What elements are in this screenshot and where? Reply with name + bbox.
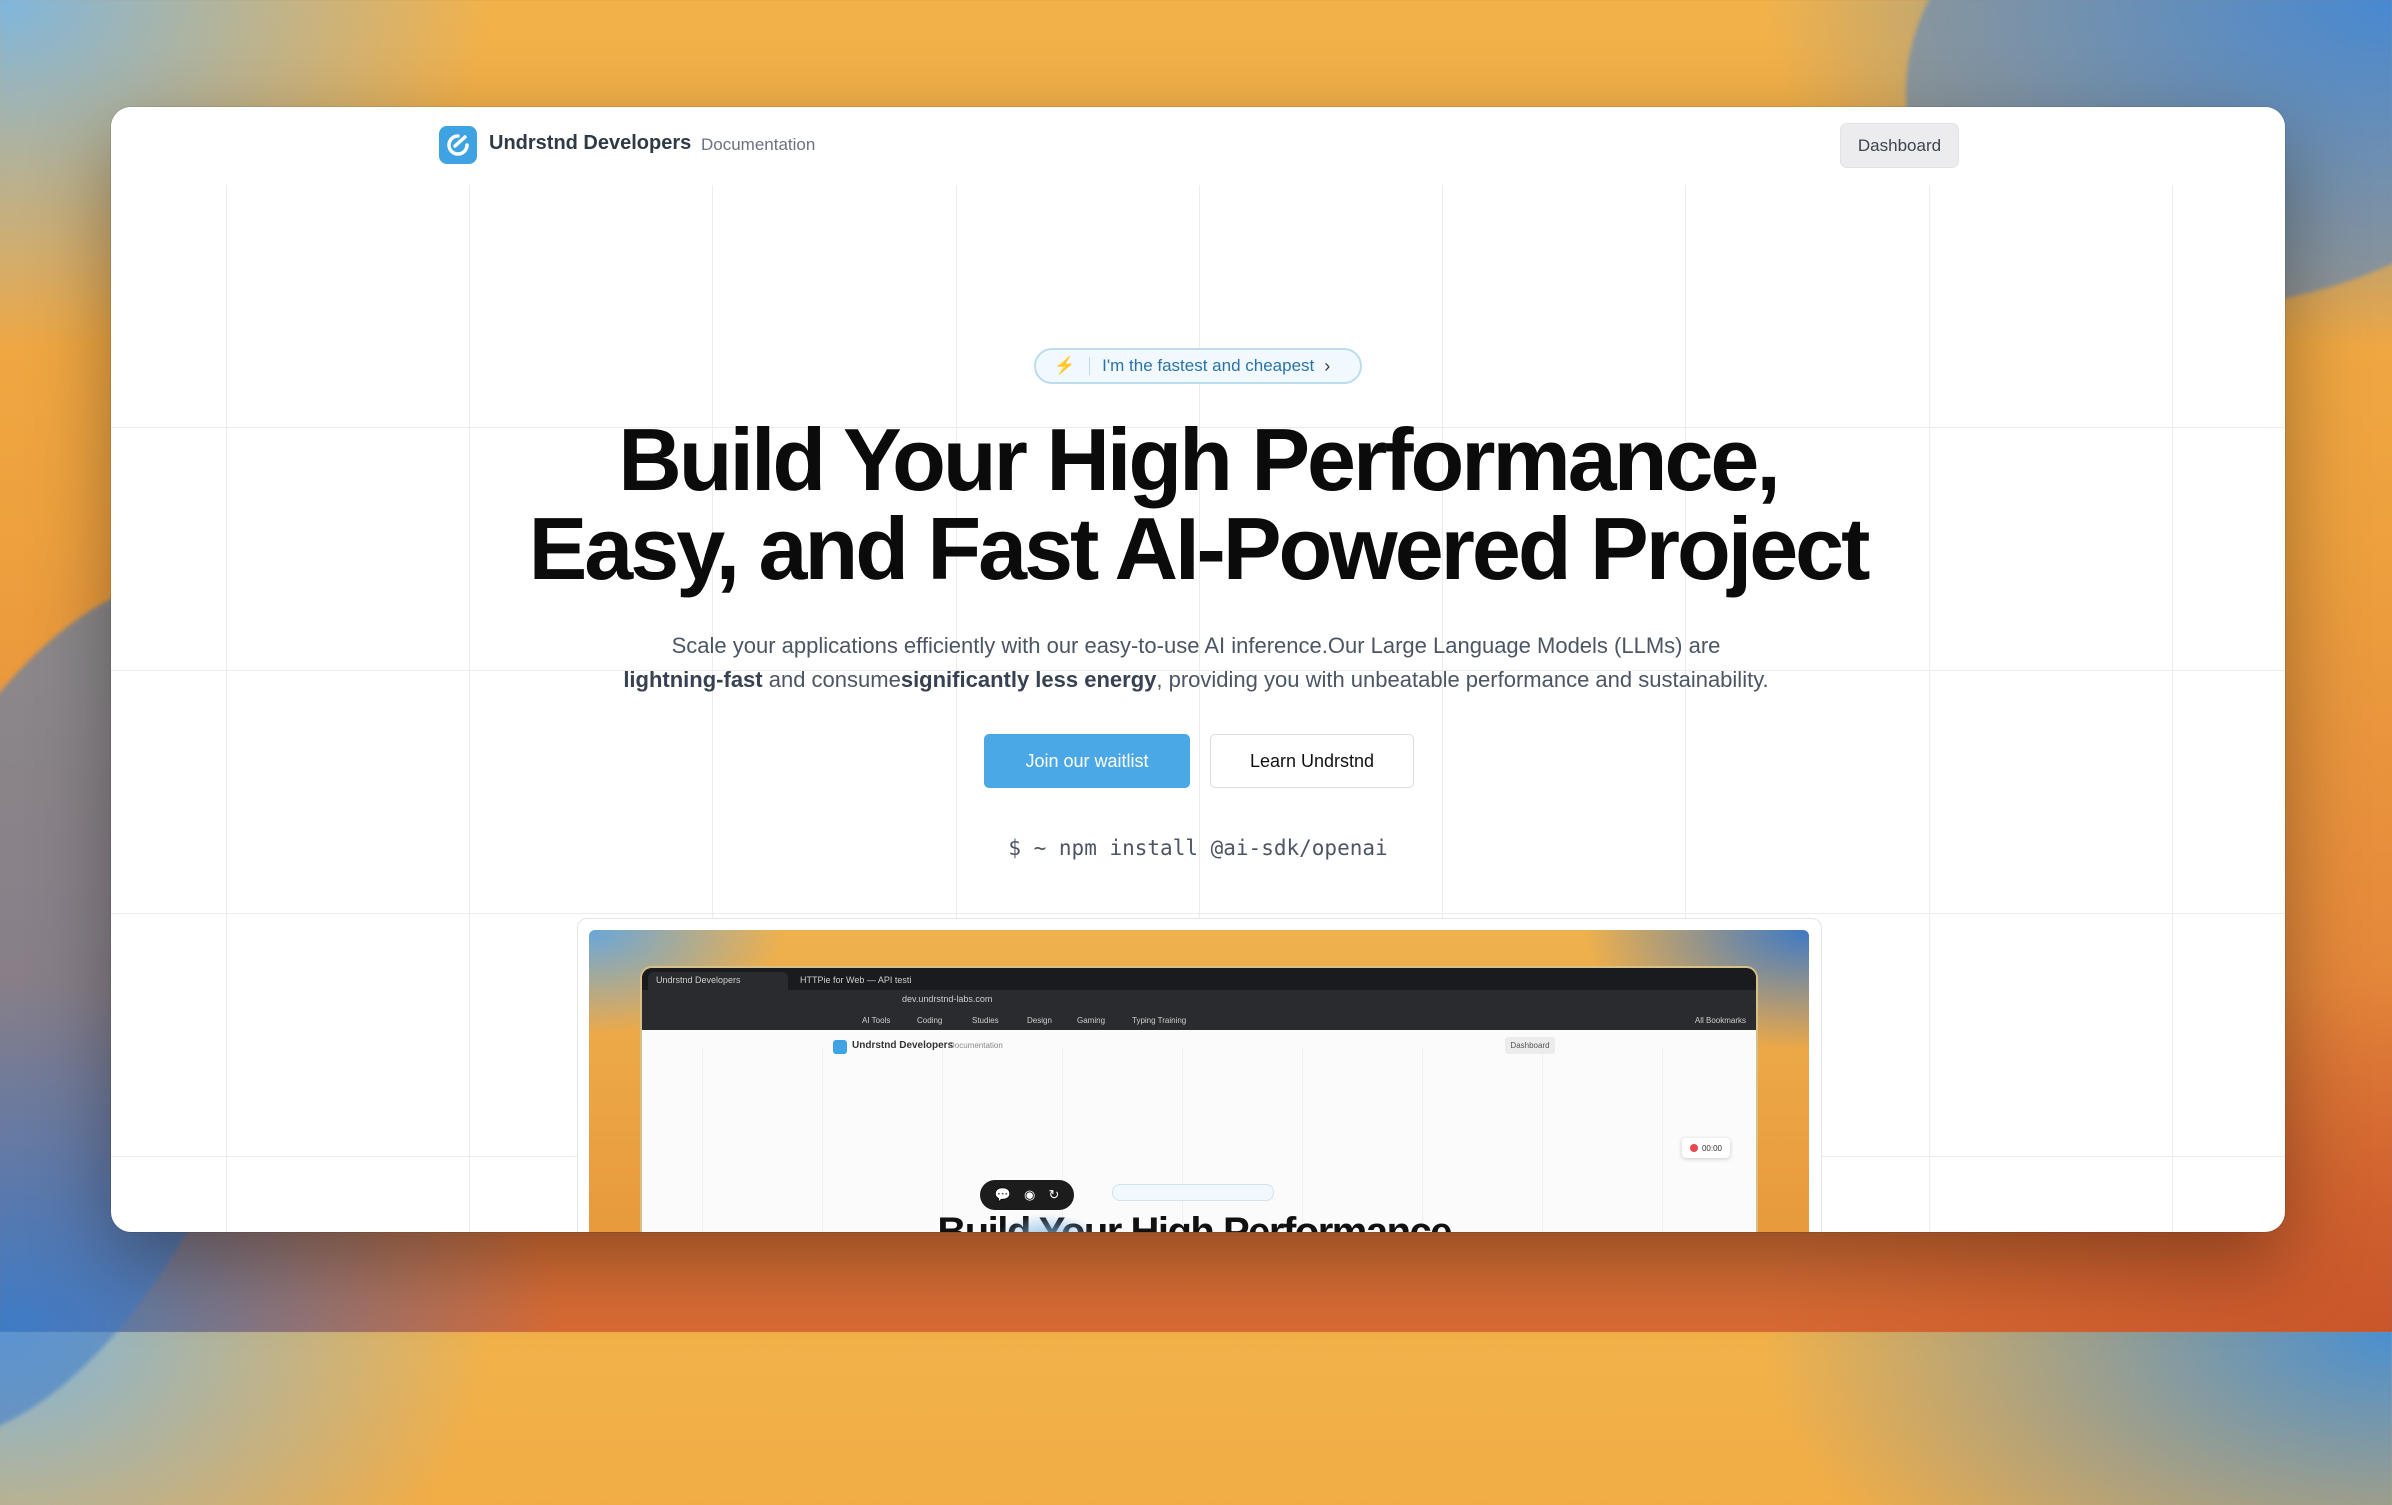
hero-title: Build Your High Performance, Easy, and F… [111, 415, 2285, 593]
preview-all-bookmarks: All Bookmarks [1694, 1016, 1746, 1025]
preview-tab: HTTPie for Web — API testi [800, 975, 912, 985]
preview-bookmark: Gaming [1077, 1016, 1106, 1025]
documentation-link[interactable]: Documentation [701, 135, 815, 155]
preview-dashboard: Dashboard [1505, 1037, 1555, 1054]
grid-line [1302, 1048, 1303, 1232]
preview-bookmark: Coding [917, 1016, 943, 1025]
preview-bookmark: Typing Training [1132, 1016, 1187, 1025]
chevron-right-icon: › [1324, 355, 1331, 376]
navbar: Undrstnd Developers Documentation Dashbo… [111, 107, 2285, 185]
lightning-icon: ⚡ [1054, 356, 1076, 375]
eye-icon: ◉ [1023, 1187, 1036, 1202]
subtitle-text: Scale your applications efficiently with… [671, 633, 1721, 658]
preview-bookmark: Studies [972, 1016, 999, 1025]
preview-docs: Documentation [949, 1041, 1003, 1050]
learn-undrstnd-button[interactable]: Learn Undrstnd [1210, 734, 1414, 788]
preview-brand: Undrstnd Developers [852, 1040, 954, 1051]
preview-screenshot[interactable]: Undrstnd Developers HTTPie for Web — API… [589, 930, 1809, 1232]
preview-url: dev.undrstnd-labs.com [902, 994, 993, 1004]
timer-icon: ↻ [1048, 1187, 1060, 1202]
hero-subtitle: Scale your applications efficiently with… [621, 629, 1771, 697]
brand-name[interactable]: Undrstnd Developers [489, 132, 691, 155]
preview-pill [1112, 1184, 1274, 1201]
preview-tab-bar: Undrstnd Developers HTTPie for Web — API… [642, 968, 1756, 990]
preview-page: Undrstnd Developers Documentation Dashbo… [642, 1030, 1756, 1232]
browser-window: Undrstnd Developers Documentation Dashbo… [111, 107, 2285, 1232]
grid-line [942, 1048, 943, 1232]
announcement-pill[interactable]: ⚡ I'm the fastest and cheapest › [1034, 348, 1362, 384]
preview-bookmark: Design [1027, 1016, 1052, 1025]
grid-line [1662, 1048, 1663, 1232]
pill-text: I'm the fastest and cheapest [1102, 356, 1315, 375]
grid-line [111, 913, 2285, 914]
record-icon [1689, 1144, 1698, 1152]
join-waitlist-button[interactable]: Join our waitlist [984, 734, 1190, 788]
pill-divider [1089, 357, 1091, 375]
preview-recording-timer: 00:00 [1682, 1138, 1730, 1158]
preview-toolbar: 💬 ◉ ↻ [980, 1180, 1074, 1210]
subtitle-bold: significantly less energy [900, 667, 1157, 692]
grid-line [822, 1048, 823, 1232]
hero-title-line1: Build Your High Performance, [618, 410, 1781, 509]
hero-title-line2: Easy, and Fast AI-Powered Project [528, 499, 1871, 598]
grid-line [1182, 1048, 1183, 1232]
subtitle-text: and consume [762, 667, 901, 692]
dashboard-button[interactable]: Dashboard [1840, 123, 1959, 168]
preview-logo-icon [833, 1040, 847, 1054]
preview-bookmark: AI Tools [862, 1016, 891, 1025]
preview-tab: Undrstnd Developers [648, 972, 788, 990]
logo-icon[interactable] [439, 126, 477, 164]
install-command[interactable]: $ ~ npm install @ai-sdk/openai [111, 836, 2285, 860]
grid-line [226, 185, 227, 1232]
grid-line [469, 185, 470, 1232]
grid-line [702, 1048, 703, 1232]
grid-line [1929, 185, 1930, 1232]
grid-line [2172, 185, 2173, 1232]
grid-line [1542, 1048, 1543, 1232]
subtitle-text: , providing you with unbeatable performa… [1156, 667, 1769, 692]
preview-title: Build Your High Performance, [937, 1210, 1462, 1232]
preview-browser: Undrstnd Developers HTTPie for Web — API… [642, 968, 1756, 1232]
preview-bookmarks-bar: AI Tools Coding Studies Design Gaming Ty… [642, 1012, 1756, 1030]
subtitle-bold: lightning-fast [623, 667, 763, 692]
comment-icon: 💬 [994, 1187, 1011, 1202]
preview-address-bar: dev.undrstnd-labs.com [642, 990, 1756, 1012]
preview-timer: 00:00 [1701, 1143, 1723, 1153]
grid-line [1422, 1048, 1423, 1232]
